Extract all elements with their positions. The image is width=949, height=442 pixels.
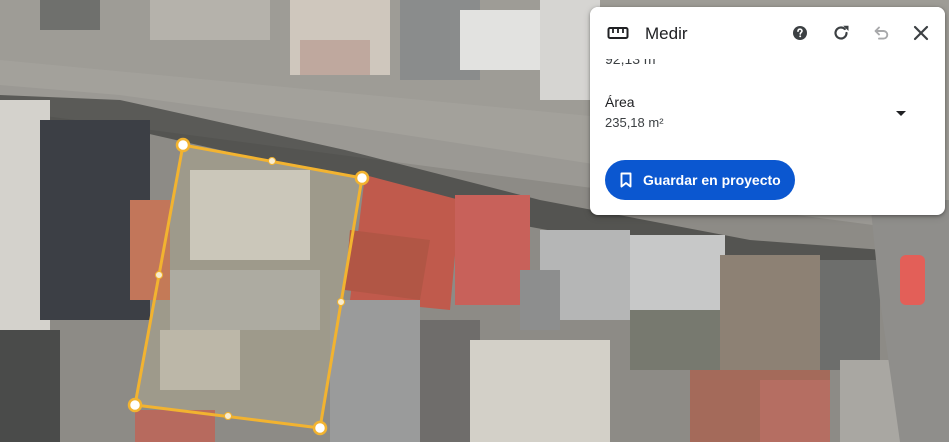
close-icon	[913, 25, 929, 41]
save-to-project-button[interactable]: Guardar en proyecto	[605, 160, 795, 200]
reset-button[interactable]	[829, 21, 853, 45]
panel-header: Medir	[590, 7, 945, 59]
bookmark-icon	[620, 172, 632, 188]
arrow-drop-down-icon	[896, 111, 906, 116]
panel-title: Medir	[645, 24, 688, 43]
unit-dropdown-button[interactable]	[890, 102, 912, 124]
undo-button[interactable]	[869, 21, 893, 45]
area-value: 235,18 m²	[605, 115, 664, 130]
save-to-project-label: Guardar en proyecto	[643, 172, 781, 188]
undo-icon	[874, 26, 889, 40]
help-button[interactable]	[788, 21, 812, 45]
close-button[interactable]	[909, 21, 933, 45]
help-icon	[793, 26, 807, 40]
measure-panel: 92,13 m Medir Área 235,18 m² Guardar en …	[590, 7, 945, 215]
refresh-icon	[834, 25, 849, 40]
ruler-icon	[607, 25, 629, 41]
area-label: Área	[605, 94, 635, 110]
